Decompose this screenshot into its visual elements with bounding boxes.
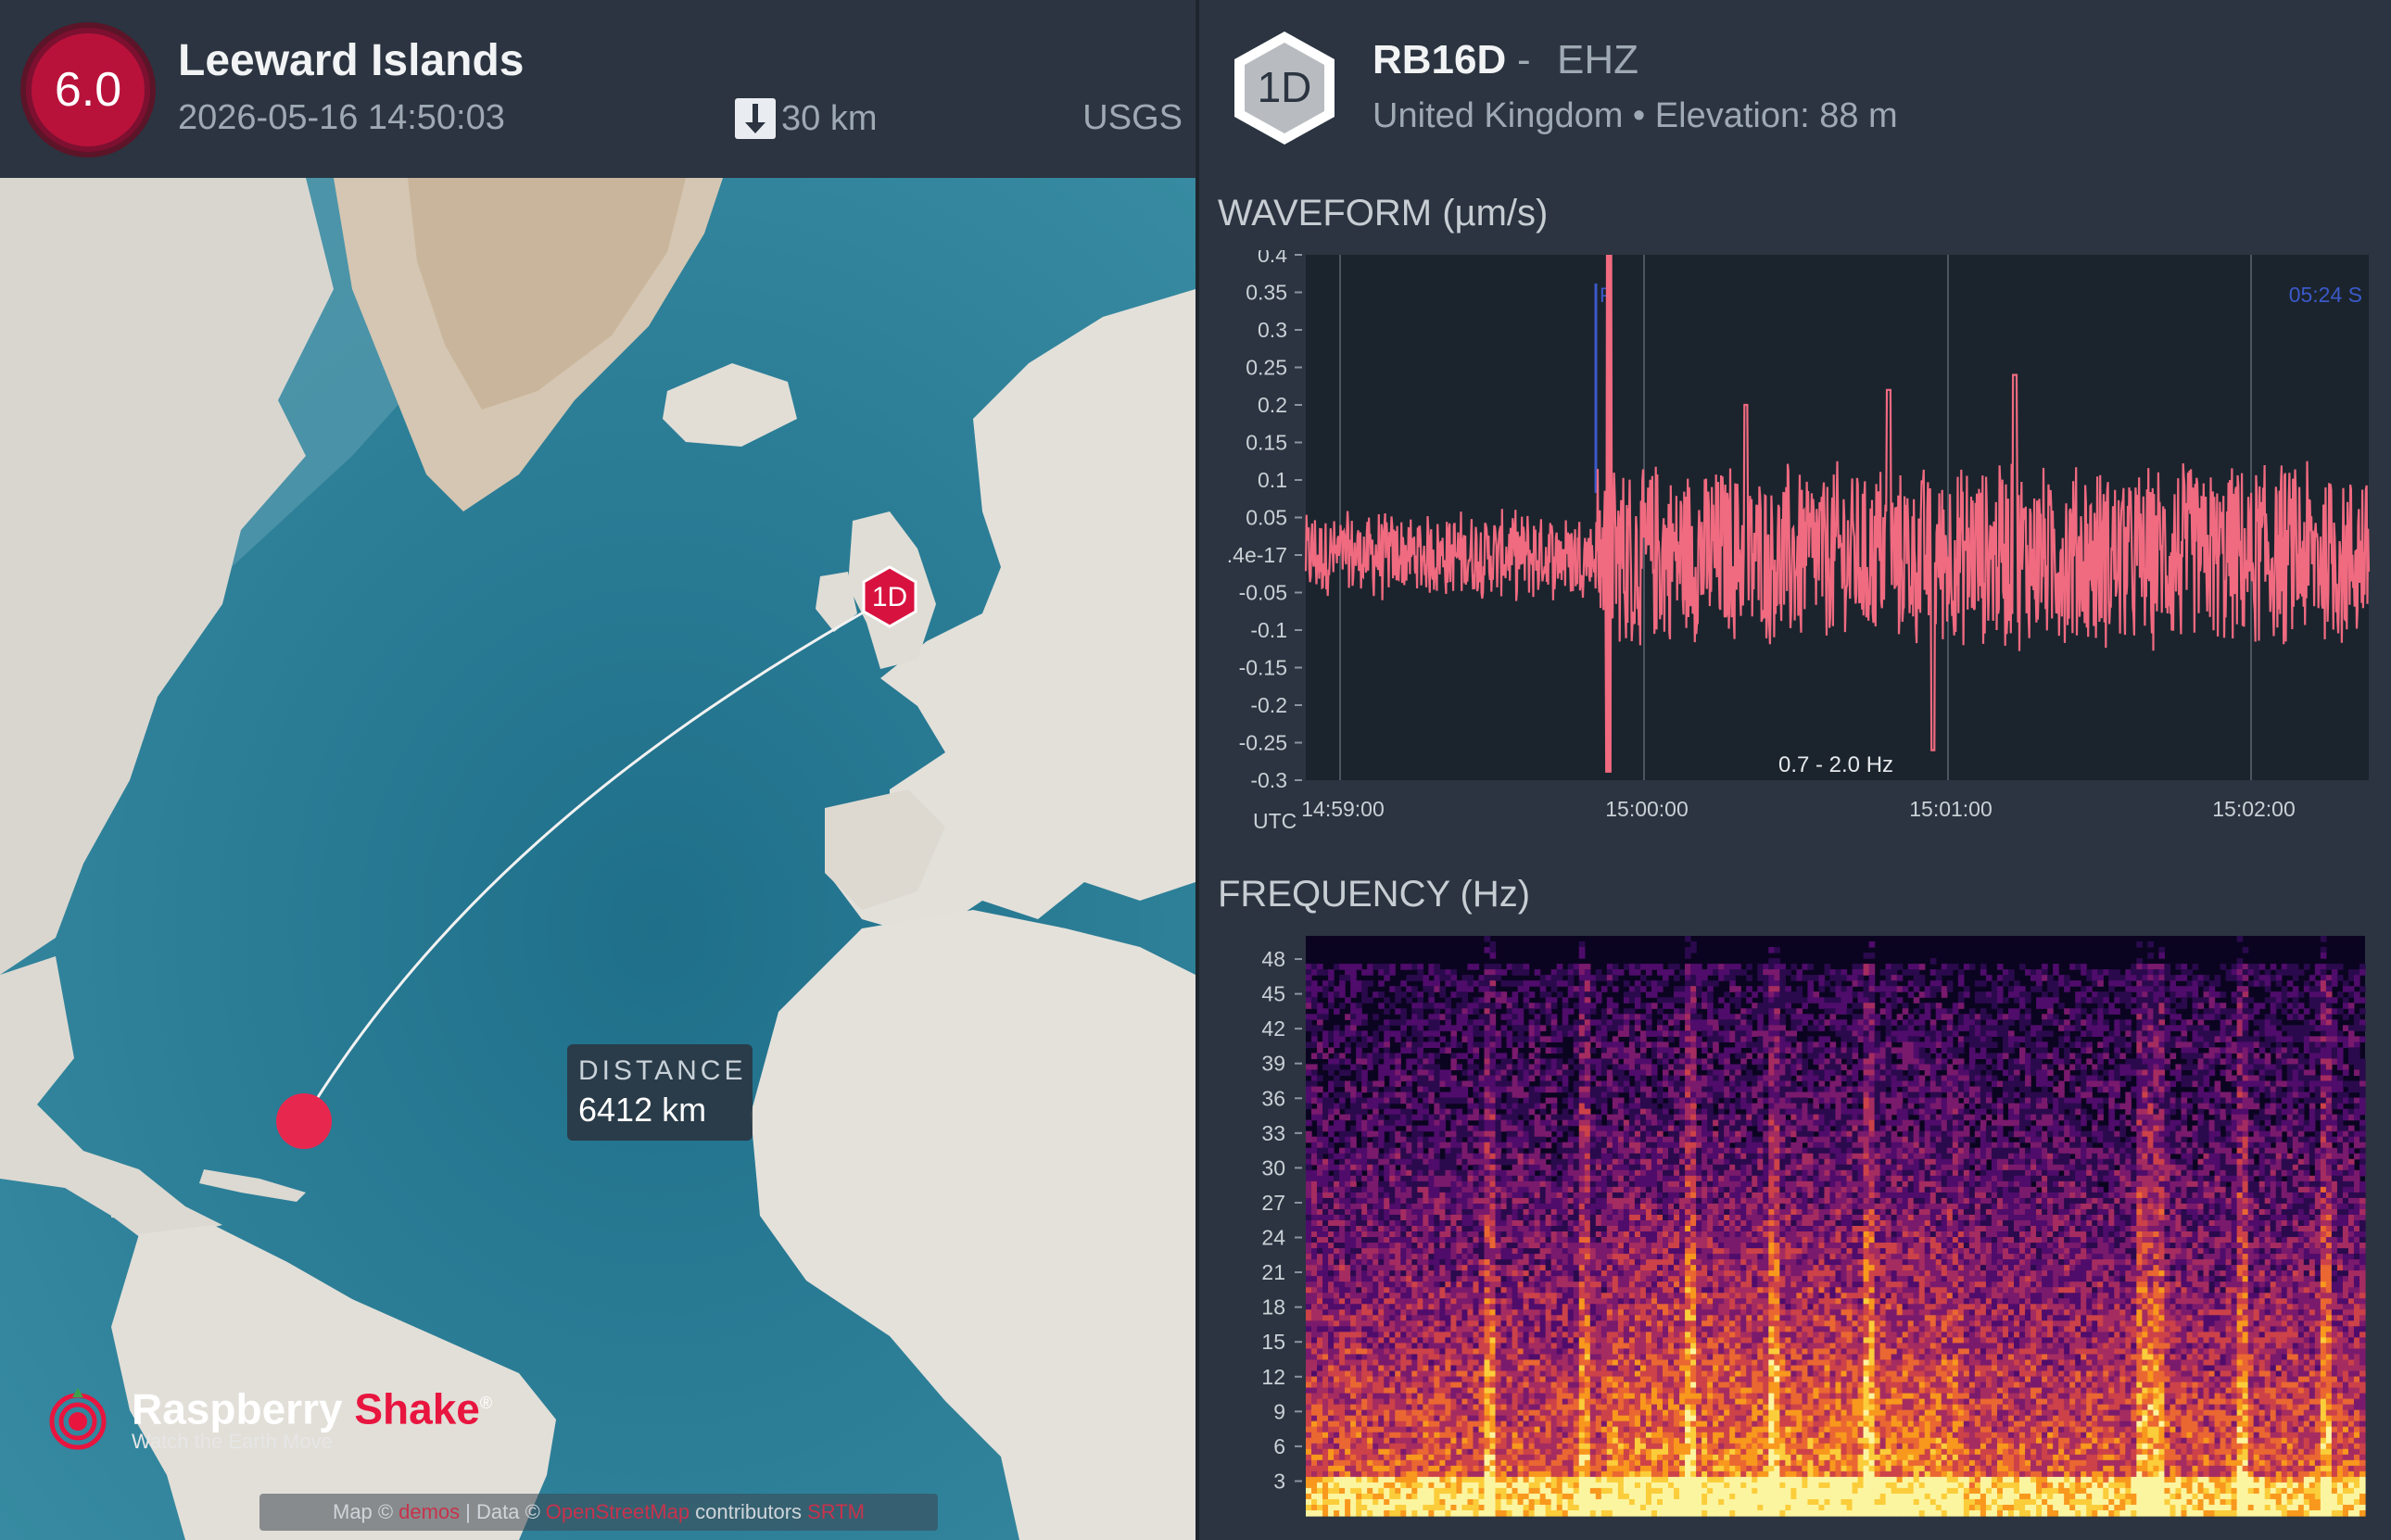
epicenter-marker [276,1093,332,1149]
waveform-title: WAVEFORM (µm/s) [1218,193,1549,234]
logo-tagline: Watch the Earth Move [132,1430,333,1454]
attribution-map-link[interactable]: demos [398,1500,460,1524]
event-panel: 6.0 Leeward Islands 2026-05-16 14:50:03 … [0,0,1196,1540]
waveform-chart[interactable]: 0.4 0.35 0.3 0.25 0.2 0.15 0.1 0.05 .4e-17 -0.05 -… [1199,250,2391,843]
spectrogram-chart[interactable]: 48 45 42 39 36 33 30 27 24 21 18 15 12 9 6 3 [1199,927,2391,1520]
waveform-y-tick: .4e-17 [1227,543,1287,567]
station-hex-badge: 1D [1234,32,1335,145]
frequency-y-tick: 48 [1261,947,1285,971]
waveform-y-tick: 0.4 [1258,250,1287,267]
map-view[interactable]: 1D DISTANCE 6412 km Raspberry Shake® Wat… [0,178,1196,1540]
waveform-y-tick: -0.05 [1239,581,1287,605]
filter-badge: 0.7 - 2.0 Hz [1766,748,1905,779]
frequency-y-tick: 21 [1261,1260,1285,1284]
waveform-y-tick: 0.1 [1258,468,1287,492]
waveform-y-tick: -0.25 [1239,731,1287,755]
frequency-y-tick: 36 [1261,1086,1285,1110]
frequency-y-tick: 3 [1273,1469,1285,1493]
waveform-x-tick: 14:59:00 [1301,797,1385,821]
raspberry-shake-logo[interactable]: Raspberry Shake® Watch the Earth Move [41,1381,492,1455]
distance-value: 6412 km [578,1091,707,1129]
frequency-y-tick: 30 [1261,1155,1285,1180]
event-header: 6.0 Leeward Islands 2026-05-16 14:50:03 … [0,0,1196,178]
frequency-y-tick: 9 [1273,1399,1285,1423]
svg-text:1D: 1D [1258,63,1312,111]
waveform-x-tick: 15:02:00 [2212,797,2296,821]
event-source: USGS [1082,98,1183,137]
waveform-y-tick: -0.1 [1250,618,1287,642]
waveform-x-tick: 15:00:00 [1605,797,1689,821]
station-channel: EHZ [1557,37,1638,82]
station-separator: - [1517,37,1531,82]
waveform-y-tick: -0.15 [1239,656,1287,680]
waveform-y-tick: -0.3 [1250,768,1287,792]
waveform-x-tick: 15:01:00 [1909,797,1992,821]
station-code: RB16D [1373,37,1507,82]
logo-wordmark: Raspberry Shake® [132,1384,493,1433]
waveform-y-tick: -0.2 [1250,693,1287,717]
frequency-y-tick: 45 [1261,982,1285,1006]
waveform-y-tick: 0.15 [1246,431,1287,455]
waveform-y-tick: 0.25 [1246,356,1287,380]
frequency-y-tick: 12 [1261,1365,1285,1389]
raspberry-shake-icon [49,1388,107,1450]
s-arrival-label: 05:24 S [2289,283,2362,307]
distance-label: DISTANCE [578,1055,747,1086]
event-region: Leeward Islands [178,36,525,85]
waveform-timezone-label: UTC [1253,809,1297,833]
depth-value: 30 km [781,98,878,138]
frequency-y-tick: 15 [1261,1330,1285,1354]
waveform-y-tick: 0.2 [1258,393,1287,417]
event-datetime: 2026-05-16 14:50:03 [178,98,505,137]
waveform-y-tick: 0.35 [1246,281,1287,305]
map-attribution: Map © demos | Data © OpenStreetMap contr… [259,1494,938,1531]
attribution-srtm-link[interactable]: SRTM [807,1500,865,1524]
arrow-down-icon [735,98,776,139]
map-canvas[interactable]: 1D [0,178,1196,1540]
frequency-y-tick: 24 [1261,1226,1285,1250]
waveform-y-tick: 0.3 [1258,318,1287,342]
frequency-title: FREQUENCY (Hz) [1218,874,1531,915]
station-marker[interactable]: 1D [862,565,917,628]
frequency-y-tick: 18 [1261,1295,1285,1319]
frequency-y-tick: 33 [1261,1121,1285,1145]
waveform-y-tick: 0.05 [1246,506,1287,530]
frequency-y-tick: 6 [1273,1434,1285,1458]
attribution-osm-link[interactable]: OpenStreetMap [546,1500,689,1524]
svg-text:0.7 - 2.0 Hz: 0.7 - 2.0 Hz [1778,752,1893,777]
event-depth: 30 km [735,98,877,139]
station-panel: 1D RB16D - EHZ United Kingdom • Elevatio… [1199,0,2391,1540]
frequency-y-tick: 42 [1261,1016,1285,1041]
magnitude-badge: 6.0 [26,28,150,152]
station-location: United Kingdom • Elevation: 88 m [1373,96,1898,135]
frequency-y-tick: 27 [1261,1191,1285,1215]
frequency-y-tick: 39 [1261,1052,1285,1076]
station-marker-label: 1D [872,582,907,612]
distance-tooltip: DISTANCE 6412 km [567,1044,753,1141]
